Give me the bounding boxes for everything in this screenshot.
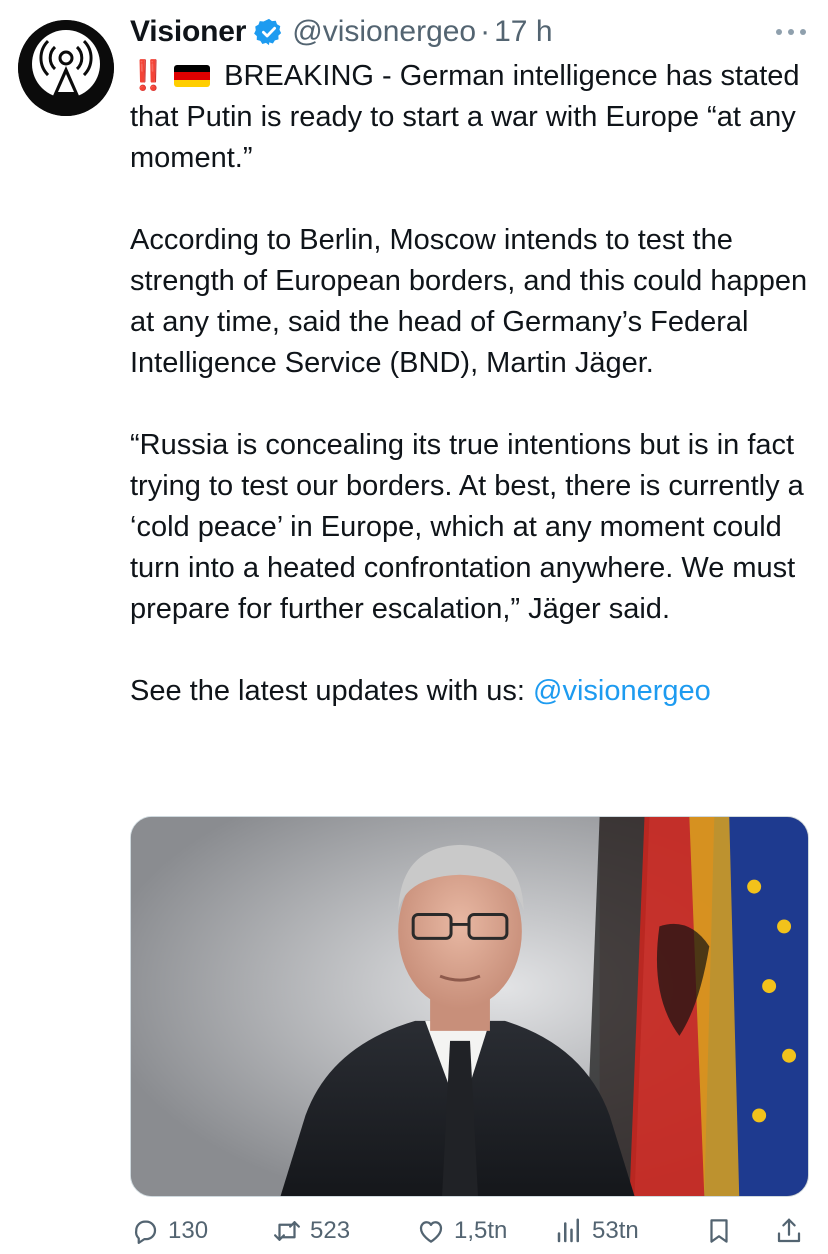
separator-dot: ·	[480, 15, 491, 48]
repost-button[interactable]: 523	[272, 1208, 350, 1254]
repost-count: 523	[310, 1217, 351, 1244]
author-handle[interactable]: @visionergeo	[292, 15, 476, 49]
author-name[interactable]: Visioner	[130, 15, 246, 49]
like-button[interactable]: 1,5tn	[416, 1208, 507, 1254]
headline-paragraph: ‼️ BREAKING - German intelligence has sta…	[130, 56, 820, 179]
views-icon	[557, 1218, 579, 1243]
avatar[interactable]	[18, 20, 114, 116]
share-icon	[777, 1218, 801, 1243]
bookmark-button[interactable]	[704, 1208, 734, 1254]
views-button[interactable]: 53tn	[554, 1208, 639, 1254]
repost-icon	[274, 1221, 300, 1241]
share-button[interactable]	[774, 1208, 804, 1254]
tweet-image[interactable]	[130, 816, 809, 1197]
reply-icon	[134, 1220, 157, 1244]
reply-count: 130	[168, 1217, 209, 1244]
like-icon	[419, 1221, 443, 1243]
cta-paragraph: See the latest updates with us: @visione…	[130, 671, 820, 712]
broadcast-antenna-icon	[18, 20, 114, 116]
verified-badge-icon	[254, 17, 284, 47]
timestamp[interactable]: 17 h	[494, 15, 552, 49]
bookmark-icon	[710, 1219, 728, 1243]
views-count: 53tn	[592, 1217, 639, 1244]
alert-icon: ‼️	[130, 60, 166, 92]
cta-text: See the latest updates with us:	[130, 675, 534, 707]
body-paragraph: According to Berlin, Moscow intends to t…	[130, 224, 808, 379]
more-options-icon[interactable]	[776, 22, 806, 42]
quote-paragraph: “Russia is concealing its true intention…	[130, 429, 804, 625]
headline-text: BREAKING - German intelligence has state…	[130, 60, 800, 174]
reply-button[interactable]: 130	[130, 1208, 208, 1254]
mention-link[interactable]: @visionergeo	[533, 675, 711, 707]
tweet-header: Visioner @visionergeo · 17 h	[130, 10, 553, 54]
tweet-text: ‼️ BREAKING - German intelligence has sta…	[130, 56, 820, 712]
like-count: 1,5tn	[454, 1217, 508, 1244]
action-bar: 130 523 1,5tn 53tn	[130, 1208, 820, 1254]
germany-flag-icon	[174, 65, 211, 87]
